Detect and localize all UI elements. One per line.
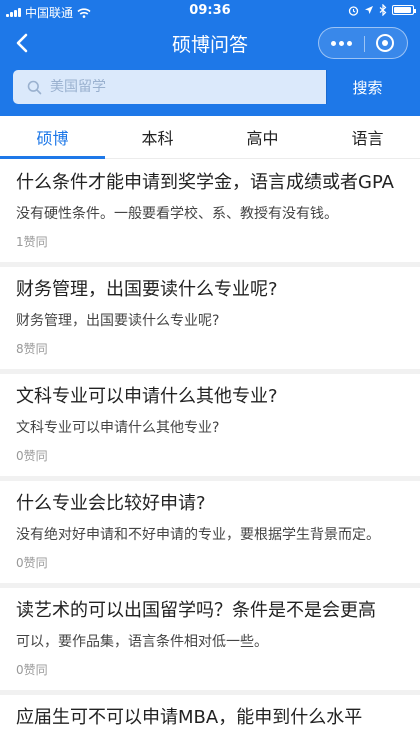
question-title: 财务管理，出国要读什么专业呢? (16, 279, 278, 300)
answer-text: 财务管理，出国要读什么专业呢? (16, 313, 220, 329)
app-header: 中国联通 09:36 硕博问答 搜索 (0, 0, 420, 116)
list-item[interactable]: 文科专业可以申请什么其他专业? 文科专业可以申请什么其他专业? 0赞同 (0, 374, 420, 481)
likes-count: 8赞同 (16, 342, 48, 356)
nav-bar: 硕博问答 (0, 22, 420, 64)
target-circle-icon[interactable] (376, 34, 394, 52)
list-item[interactable]: 读艺术的可以出国留学吗？条件是不是会更高 可以，要作品集，语言条件相对低一些。 … (0, 588, 420, 695)
list-item[interactable]: 什么专业会比较好申请? 没有绝对好申请和不好申请的专业，要根据学生背景而定。 0… (0, 481, 420, 588)
list-item[interactable]: 什么条件才能申请到奖学金，语言成绩或者GPA 没有硬性条件。一般要看学校、系、教… (0, 160, 420, 267)
search-icon (27, 80, 42, 94)
more-dots-icon[interactable] (331, 41, 352, 46)
tab-undergraduate[interactable]: 本科 (105, 116, 210, 158)
tab-high-school[interactable]: 高中 (210, 116, 315, 158)
question-title: 什么专业会比较好申请? (16, 493, 206, 514)
status-bar: 中国联通 09:36 (0, 0, 420, 22)
search-button[interactable]: 搜索 (326, 70, 408, 104)
likes-count (16, 738, 404, 747)
battery-full-icon (392, 5, 416, 15)
question-list: 什么条件才能申请到奖学金，语言成绩或者GPA 没有硬性条件。一般要看学校、系、教… (0, 160, 420, 747)
question-title: 什么条件才能申请到奖学金，语言成绩或者GPA (16, 172, 394, 193)
tab-language[interactable]: 语言 (315, 116, 420, 158)
search-input[interactable] (50, 79, 280, 95)
question-title: 读艺术的可以出国留学吗？条件是不是会更高 (16, 600, 376, 621)
capsule-menu (318, 27, 408, 59)
answer-text: 可以，要作品集，语言条件相对低一些。 (16, 634, 268, 650)
likes-count: 0赞同 (16, 663, 48, 677)
tab-master-phd[interactable]: 硕博 (0, 116, 105, 159)
likes-count: 0赞同 (16, 449, 48, 463)
likes-count: 1赞同 (16, 235, 48, 249)
capsule-divider (364, 36, 365, 52)
list-item[interactable]: 应届生可不可以申请MBA，能申到什么水平 (0, 695, 420, 747)
search-bar: 搜索 (13, 70, 408, 104)
alarm-icon (348, 5, 359, 16)
answer-text: 文科专业可以申请什么其他专业? (16, 420, 220, 436)
location-icon (365, 6, 373, 14)
bluetooth-icon (379, 4, 387, 16)
question-title: 文科专业可以申请什么其他专业? (16, 386, 278, 407)
likes-count: 0赞同 (16, 556, 48, 570)
list-item[interactable]: 财务管理，出国要读什么专业呢? 财务管理，出国要读什么专业呢? 8赞同 (0, 267, 420, 374)
status-right (348, 4, 416, 16)
category-tabs: 硕博 本科 高中 语言 (0, 116, 420, 159)
search-box[interactable] (13, 70, 326, 104)
answer-text: 没有硬性条件。一般要看学校、系、教授有没有钱。 (16, 206, 338, 222)
answer-text: 没有绝对好申请和不好申请的专业，要根据学生背景而定。 (16, 527, 380, 543)
question-title: 应届生可不可以申请MBA，能申到什么水平 (16, 707, 363, 728)
